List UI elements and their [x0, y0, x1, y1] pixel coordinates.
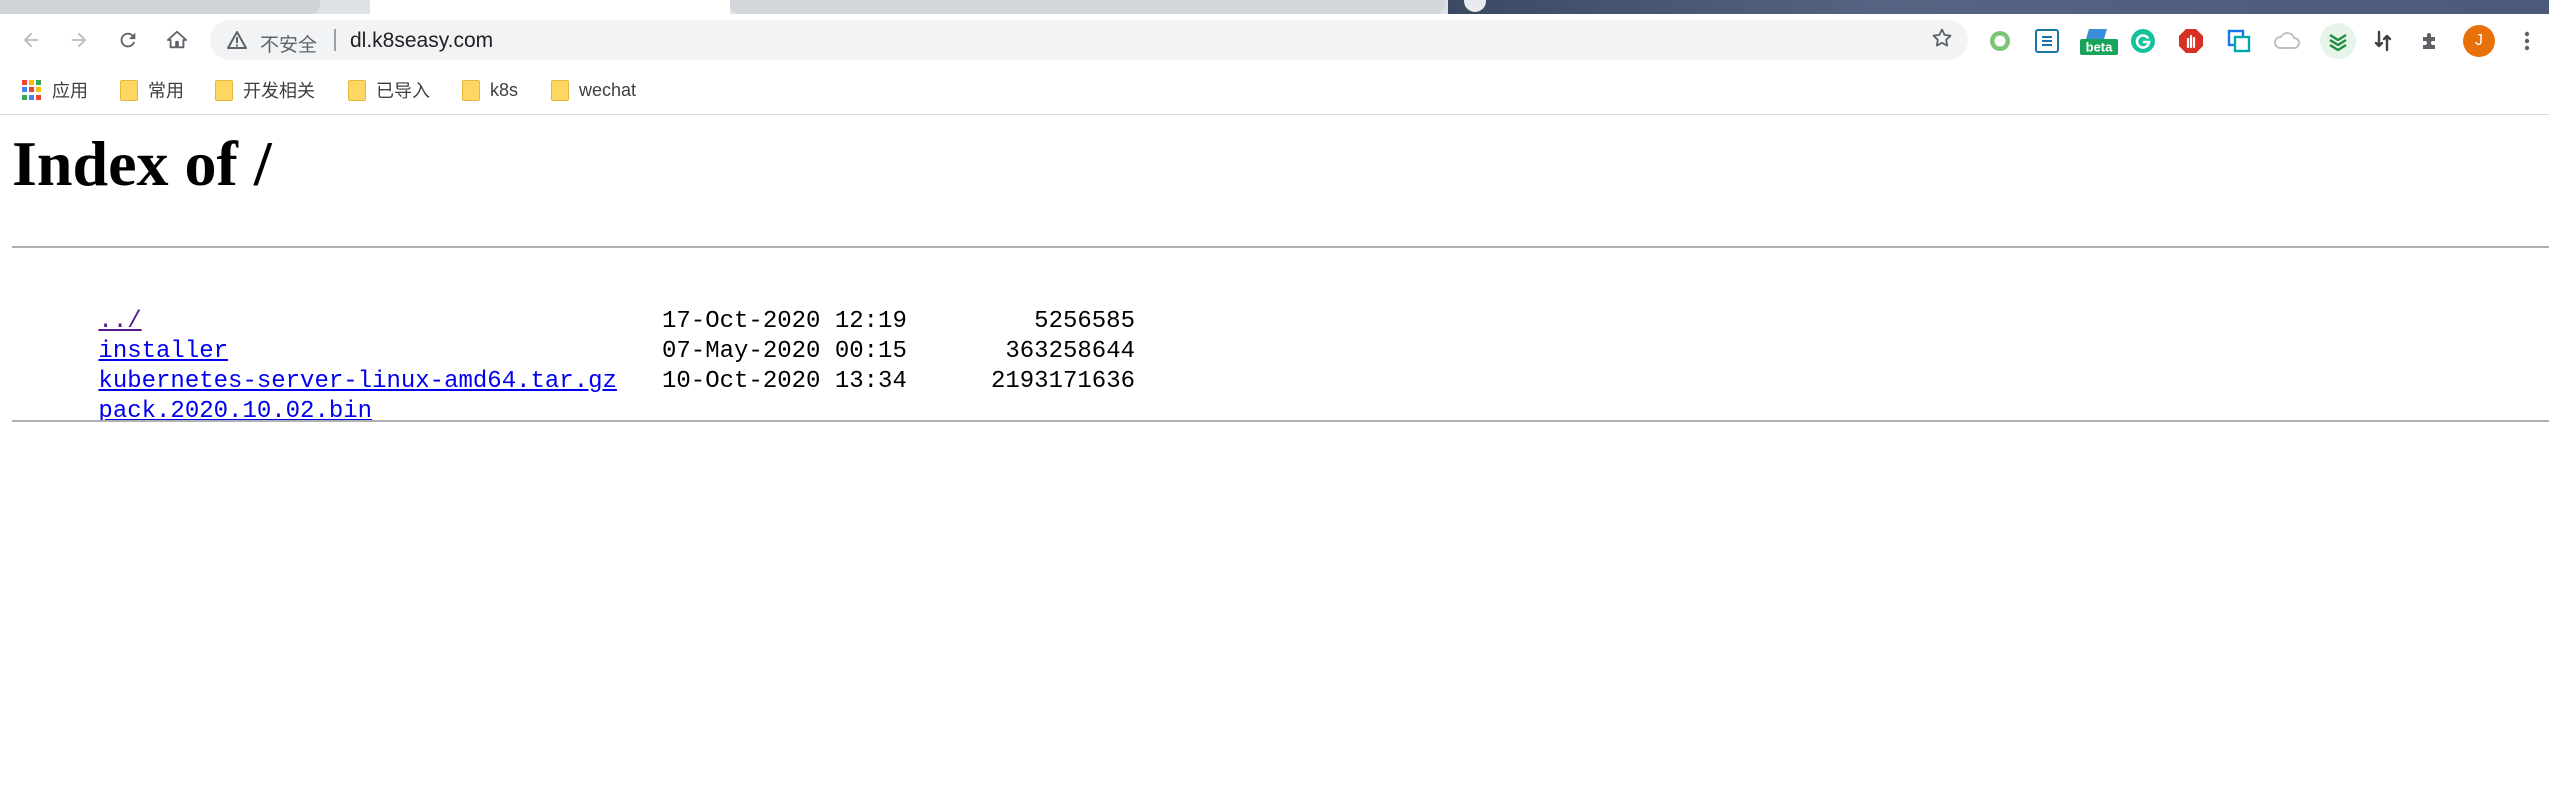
transfer-extension-icon[interactable] — [2368, 26, 2398, 56]
green-ring-extension-icon[interactable] — [1985, 26, 2015, 56]
apps-grid-icon — [22, 80, 42, 100]
folder-icon — [120, 80, 138, 101]
tab-strip — [0, 0, 2549, 14]
arrow-right-icon — [71, 32, 87, 48]
bookmark-folder-wechat[interactable]: wechat — [551, 74, 636, 106]
bookmark-label: 开发相关 — [243, 81, 315, 101]
cloud-extension-icon[interactable] — [2272, 26, 2302, 56]
page-viewport: Index of / ../ installer 17-Oct-2020 12:… — [0, 115, 2549, 797]
security-status-label[interactable]: 不安全 — [260, 30, 317, 57]
bookmark-label: 常用 — [148, 81, 184, 101]
grammarly-icon[interactable] — [2128, 26, 2158, 56]
bookmarks-bar: 应用 常用 开发相关 已导入 k8s wechat — [0, 66, 2549, 115]
bookmark-folder-common[interactable]: 常用 — [120, 74, 184, 106]
file-size: 363258644 — [1005, 338, 1135, 365]
bookmark-folder-k8s[interactable]: k8s — [462, 74, 518, 106]
url-text[interactable]: dl.k8seasy.com — [350, 29, 493, 53]
list-item: installer 17-Oct-2020 12:19 5256585 — [12, 307, 1212, 365]
list-item: ../ — [12, 277, 1212, 335]
address-bar[interactable]: 不安全 dl.k8seasy.com — [210, 20, 1968, 60]
forward-button[interactable] — [64, 25, 94, 55]
warning-triangle-icon[interactable] — [226, 29, 248, 51]
window-titlebar — [1448, 0, 2549, 14]
bookmark-label: 已导入 — [376, 81, 430, 101]
list-item: pack.2020.10.02.bin 10-Oct-2020 13:34 21… — [12, 367, 1212, 425]
tab-active[interactable] — [370, 0, 730, 14]
directory-listing: ../ installer 17-Oct-2020 12:19 5256585 … — [12, 277, 1212, 425]
arrow-left-icon — [23, 32, 39, 48]
folder-icon — [215, 80, 233, 101]
green-layers-extension-icon[interactable] — [2320, 23, 2356, 59]
list-item: kubernetes-server-linux-amd64.tar.gz 07-… — [12, 337, 1212, 395]
bookmark-label: 应用 — [52, 81, 88, 101]
star-icon — [1932, 28, 1952, 47]
profile-initial: J — [2475, 32, 2483, 49]
bookmark-label: k8s — [490, 79, 519, 100]
home-button[interactable] — [162, 25, 192, 55]
folder-icon — [551, 80, 569, 101]
horizontal-rule — [12, 420, 2549, 422]
bookmark-folder-dev[interactable]: 开发相关 — [215, 74, 315, 106]
profile-avatar[interactable]: J — [2463, 25, 2495, 57]
reload-button[interactable] — [113, 25, 143, 55]
folder-icon — [462, 80, 480, 101]
home-icon — [166, 30, 188, 49]
file-date: 17-Oct-2020 12:19 — [662, 308, 907, 335]
menu-button[interactable] — [2512, 26, 2542, 56]
screenshot-extension-icon[interactable] — [2224, 26, 2254, 56]
folder-icon — [348, 80, 366, 101]
tab-inactive[interactable] — [0, 0, 320, 14]
file-size: 5256585 — [1034, 308, 1135, 335]
page-title: Index of / — [12, 128, 272, 199]
browser-toolbar: 不安全 dl.k8seasy.com beta J — [0, 14, 2549, 66]
red-hand-extension-icon[interactable] — [2176, 26, 2206, 56]
horizontal-rule — [12, 246, 2549, 248]
tab-inactive[interactable] — [730, 0, 1445, 14]
kebab-menu-icon — [2524, 31, 2530, 51]
bookmark-label: wechat — [579, 79, 637, 100]
bookmark-star-button[interactable] — [1930, 26, 1954, 57]
file-date: 10-Oct-2020 13:34 — [662, 368, 907, 395]
omnibox-divider — [334, 29, 336, 51]
back-button[interactable] — [16, 25, 46, 55]
s-box-extension-icon[interactable] — [2032, 26, 2062, 56]
reload-icon — [120, 32, 136, 48]
bookmark-apps[interactable]: 应用 — [22, 74, 88, 106]
beta-badge-text: beta — [2086, 40, 2114, 55]
beta-extension-icon[interactable]: beta — [2079, 26, 2119, 56]
bookmark-folder-imported[interactable]: 已导入 — [348, 74, 430, 106]
file-date: 07-May-2020 00:15 — [662, 338, 907, 365]
puzzle-extensions-icon[interactable] — [2416, 26, 2446, 56]
file-size: 2193171636 — [990, 368, 1135, 395]
